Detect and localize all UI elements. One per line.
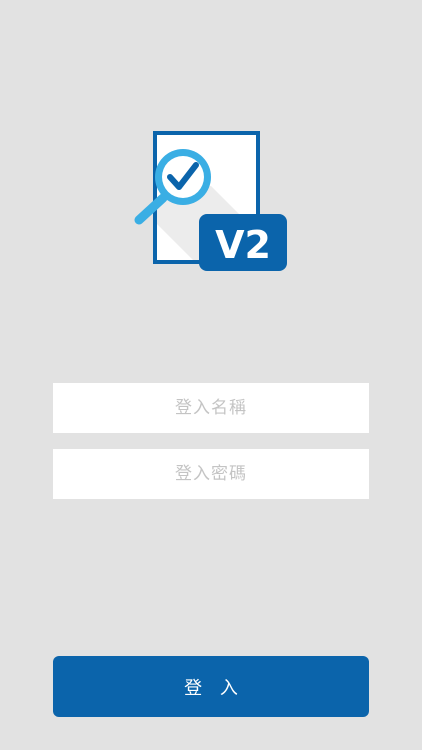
login-button[interactable]: 登 入 xyxy=(53,656,369,717)
password-input[interactable] xyxy=(53,449,369,499)
app-logo: V2 xyxy=(133,128,289,274)
document-magnifier-check-icon: V2 xyxy=(134,131,287,271)
version-badge-label: V2 xyxy=(215,223,271,267)
username-input[interactable] xyxy=(53,383,369,433)
